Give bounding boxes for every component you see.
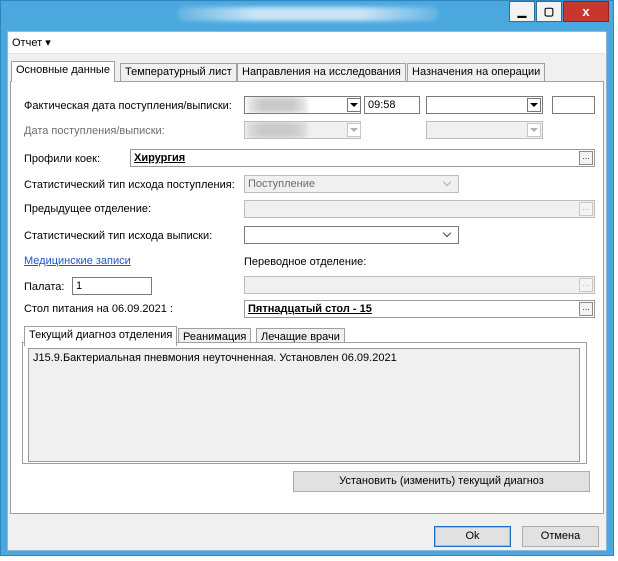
discharge-date-dropdown[interactable]	[527, 98, 541, 112]
bed-profiles-value: Хирургия	[134, 152, 186, 164]
actual-time-field[interactable]: 09:58	[364, 96, 420, 114]
dropdown-arrow-icon	[530, 103, 538, 107]
stat-discharge-label: Статистический тип исхода выписки:	[24, 230, 213, 242]
dropdown-arrow-icon: ▾	[45, 37, 51, 49]
bed-profiles-field[interactable]: Хирургия	[130, 149, 595, 167]
minimize-button[interactable]: ▁	[509, 1, 535, 22]
dialog-client-area: Отчет ▾ Основные данные Температурный ли…	[7, 31, 607, 551]
title-bar[interactable]: ▁ ▢ x	[1, 1, 613, 31]
prev-department-browse-button: ...	[579, 202, 593, 216]
menu-bar: Отчет ▾	[8, 32, 606, 54]
dropdown-arrow-icon	[530, 128, 538, 132]
transfer-department-field	[244, 276, 595, 294]
ward-input[interactable]: 1	[72, 277, 152, 295]
close-button[interactable]: x	[563, 1, 609, 22]
subtab-current-diagnosis[interactable]: Текущий диагноз отделения	[24, 326, 178, 346]
bed-profiles-browse-button[interactable]: ...	[579, 151, 593, 165]
diet-label: Стол питания на 06.09.2021 :	[24, 303, 173, 315]
actual-date-label: Фактическая дата поступления/выписки:	[24, 100, 232, 112]
actual-date-field[interactable]	[244, 96, 361, 114]
actual-date-blurred	[247, 97, 307, 113]
ok-button[interactable]: Ok	[434, 526, 511, 547]
diet-value: Пятнадцатый стол - 15	[248, 303, 372, 315]
stat-discharge-select[interactable]	[244, 226, 459, 244]
actual-date-dropdown[interactable]	[347, 98, 361, 112]
ward-label: Палата:	[24, 281, 65, 293]
date-field	[244, 121, 361, 139]
discharge-date-field[interactable]	[426, 96, 543, 114]
maximize-button[interactable]: ▢	[536, 1, 562, 22]
diagnosis-text-box[interactable]: J15.9.Бактериальная пневмония неуточненн…	[28, 348, 580, 462]
date-label: Дата поступления/выписки:	[24, 125, 165, 137]
tab-main-data[interactable]: Основные данные	[11, 61, 115, 82]
dropdown-arrow-icon	[350, 128, 358, 132]
close-icon: x	[582, 4, 590, 19]
current-diagnosis-panel: J15.9.Бактериальная пневмония неуточненн…	[22, 342, 590, 492]
bed-profiles-label: Профили коек:	[24, 153, 100, 165]
stat-admission-select: Поступление	[244, 175, 459, 193]
medical-records-link[interactable]: Медицинские записи	[24, 255, 131, 267]
dropdown-arrow-icon	[350, 103, 358, 107]
discharge-date-disabled-dropdown	[527, 123, 541, 137]
minimize-icon: ▁	[517, 6, 527, 18]
diagnosis-text: J15.9.Бактериальная пневмония неуточненн…	[33, 352, 397, 364]
discharge-date-disabled-field	[426, 121, 543, 139]
menu-report-label: Отчет	[12, 37, 43, 49]
discharge-time-field[interactable]	[552, 96, 595, 114]
diet-field[interactable]: Пятнадцатый стол - 15	[244, 300, 595, 318]
transfer-department-browse-button: ...	[579, 278, 593, 292]
prev-department-field	[244, 200, 595, 218]
tab-temperature-sheet[interactable]: Температурный лист	[120, 63, 237, 81]
prev-department-label: Предыдущее отделение:	[24, 203, 152, 215]
stat-admission-label: Статистический тип исхода поступления:	[24, 179, 235, 191]
date-blurred	[247, 122, 307, 138]
window-title-blurred	[177, 7, 439, 21]
tab-surgery-assignments[interactable]: Назначения на операции	[407, 63, 546, 81]
cancel-button[interactable]: Отмена	[522, 526, 599, 547]
diet-browse-button[interactable]: ...	[579, 302, 593, 316]
tab-research-referrals[interactable]: Направления на исследования	[237, 63, 406, 81]
dialog-window: ▁ ▢ x Отчет ▾ Основные данные Температур…	[0, 0, 614, 556]
menu-report[interactable]: Отчет ▾	[12, 36, 51, 49]
set-diagnosis-button[interactable]: Установить (изменить) текущий диагноз	[293, 471, 590, 492]
date-dropdown	[347, 123, 361, 137]
transfer-department-label: Переводное отделение:	[244, 256, 367, 268]
maximize-icon: ▢	[543, 6, 555, 18]
